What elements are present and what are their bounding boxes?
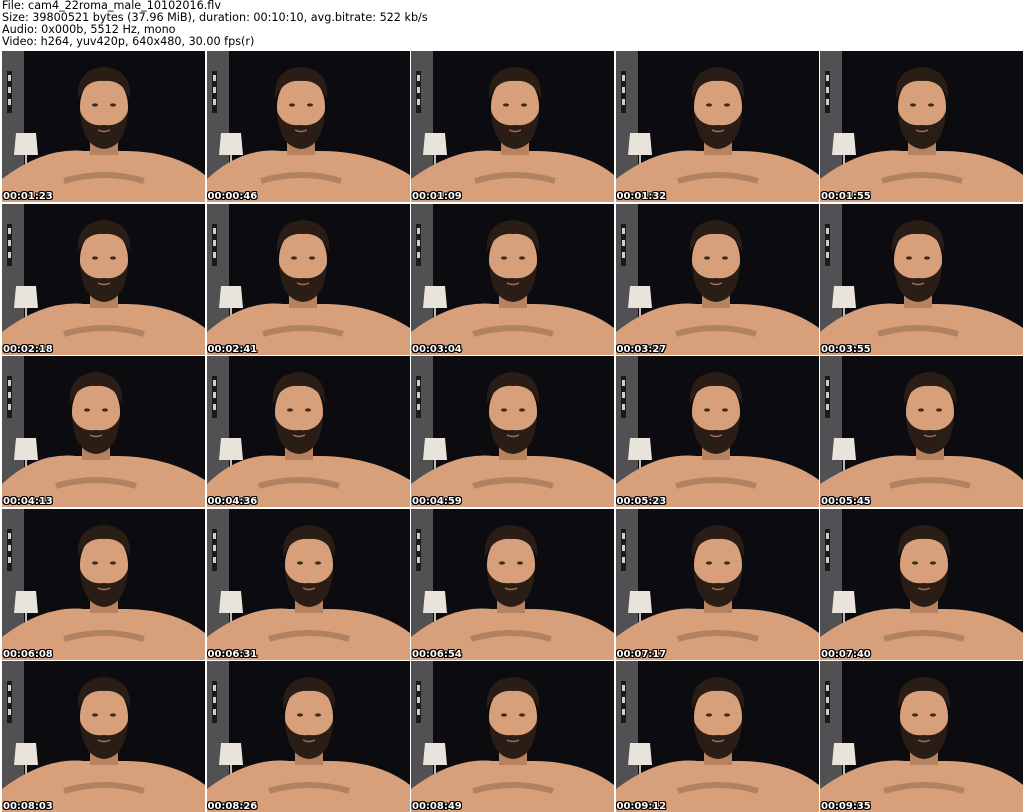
video-frame-thumbnail-icon [411,51,614,202]
video-thumbnail[interactable]: 00:01:09 [411,51,614,202]
thumbnail-timestamp: 00:04:36 [207,496,258,507]
video-frame-thumbnail-icon [2,661,205,812]
video-thumbnail[interactable]: 00:06:08 [2,508,205,660]
video-frame-thumbnail-icon [206,508,410,660]
video-frame-thumbnail-icon [820,661,1023,812]
video-thumbnail[interactable]: 00:01:23 [2,51,205,202]
video-frame-thumbnail-icon [206,661,410,812]
thumbnail-timestamp: 00:09:12 [616,801,667,812]
contact-sheet-header: File: cam4_22roma_male_10102016.flv Size… [2,0,1022,50]
video-thumbnail[interactable]: 00:04:36 [206,356,410,507]
video-frame-thumbnail-icon [820,356,1023,507]
video-frame-thumbnail-icon [2,356,205,507]
video-frame-thumbnail-icon [820,51,1023,202]
video-frame-thumbnail-icon [411,203,614,355]
video-frame-thumbnail-icon [206,356,410,507]
video-frame-thumbnail-icon [206,51,410,202]
thumbnail-timestamp: 00:08:49 [412,801,462,812]
thumbnail-timestamp: 00:01:55 [821,191,871,202]
thumbnail-timestamp: 00:07:40 [821,648,871,660]
video-frame-thumbnail-icon [2,203,205,355]
thumbnail-timestamp: 00:03:55 [821,343,871,355]
video-frame-thumbnail-icon [206,203,410,355]
video-frame-thumbnail-icon [615,51,819,202]
thumbnail-timestamp: 00:03:04 [412,343,462,355]
video-thumbnail[interactable]: 00:03:04 [411,203,614,355]
thumbnail-timestamp: 00:01:09 [412,191,462,202]
video-thumbnail[interactable]: 00:07:40 [820,508,1023,660]
video-thumbnail[interactable]: 00:04:13 [2,356,205,507]
video-frame-thumbnail-icon [2,508,205,660]
video-thumbnail[interactable]: 00:01:55 [820,51,1023,202]
video-thumbnail[interactable]: 00:08:03 [2,661,205,812]
video-thumbnail[interactable]: 00:09:12 [615,661,819,812]
thumbnail-timestamp: 00:00:46 [207,191,258,202]
thumbnail-timestamp: 00:05:23 [616,496,667,507]
video-info-line: Video: h264, yuv420p, 640x480, 30.00 fps… [2,35,255,48]
thumbnail-timestamp: 00:09:35 [821,801,871,812]
video-thumbnail[interactable]: 00:02:41 [206,203,410,355]
video-thumbnail[interactable]: 00:09:35 [820,661,1023,812]
video-thumbnail[interactable]: 00:02:18 [2,203,205,355]
video-thumbnail[interactable]: 00:05:23 [615,356,819,507]
video-thumbnail[interactable]: 00:08:26 [206,661,410,812]
video-frame-thumbnail-icon [820,203,1023,355]
video-thumbnail[interactable]: 00:04:59 [411,356,614,507]
video-thumbnail[interactable]: 00:05:45 [820,356,1023,507]
video-thumbnail[interactable]: 00:06:31 [206,508,410,660]
thumbnail-timestamp: 00:08:03 [3,801,53,812]
video-thumbnail[interactable]: 00:03:27 [615,203,819,355]
thumbnail-timestamp: 00:06:08 [3,648,53,660]
thumbnail-timestamp: 00:04:13 [3,496,53,507]
video-thumbnail[interactable]: 00:06:54 [411,508,614,660]
video-thumbnail[interactable]: 00:07:17 [615,508,819,660]
thumbnail-timestamp: 00:05:45 [821,496,871,507]
video-frame-thumbnail-icon [411,661,614,812]
thumbnail-timestamp: 00:06:54 [412,648,462,660]
thumbnail-timestamp: 00:08:26 [207,801,258,812]
thumbnail-timestamp: 00:02:41 [207,343,258,355]
thumbnail-timestamp: 00:06:31 [207,648,258,660]
video-frame-thumbnail-icon [615,661,819,812]
thumbnail-grid: 00:01:23 00:00:46 00:01:09 00:01:32 00:01:55… [2,51,1023,812]
thumbnail-timestamp: 00:01:32 [616,191,667,202]
video-thumbnail[interactable]: 00:01:32 [615,51,819,202]
video-frame-thumbnail-icon [411,356,614,507]
video-frame-thumbnail-icon [615,508,819,660]
video-thumbnail[interactable]: 00:03:55 [820,203,1023,355]
video-frame-thumbnail-icon [615,203,819,355]
video-thumbnail[interactable]: 00:08:49 [411,661,614,812]
video-frame-thumbnail-icon [2,51,205,202]
thumbnail-timestamp: 00:03:27 [616,343,667,355]
thumbnail-timestamp: 00:02:18 [3,343,53,355]
video-thumbnail[interactable]: 00:00:46 [206,51,410,202]
video-frame-thumbnail-icon [411,508,614,660]
thumbnail-timestamp: 00:01:23 [3,191,53,202]
thumbnail-timestamp: 00:07:17 [616,648,667,660]
thumbnail-timestamp: 00:04:59 [412,496,462,507]
video-frame-thumbnail-icon [820,508,1023,660]
video-frame-thumbnail-icon [615,356,819,507]
